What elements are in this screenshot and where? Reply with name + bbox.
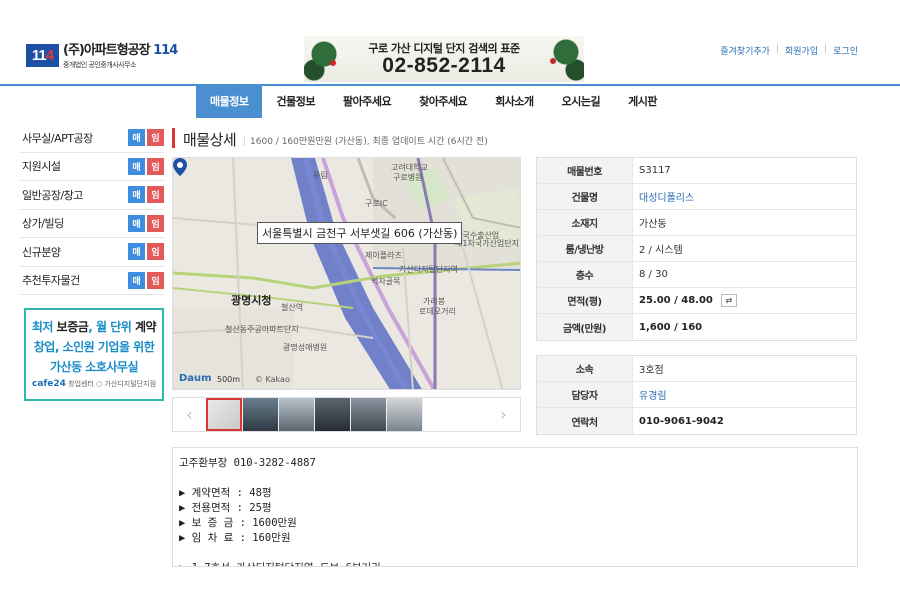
site-logo[interactable]: 11 4 (주)아파트형공장 114 중개법인 공인중개사사무소 bbox=[26, 43, 178, 70]
title-accent-bar bbox=[172, 128, 175, 148]
rent-tag[interactable]: 임 bbox=[147, 214, 164, 232]
buy-tag[interactable]: 매 bbox=[128, 271, 145, 289]
next-photo-button[interactable]: › bbox=[487, 398, 520, 431]
table-row: 건물명 대성디폴리스 bbox=[537, 184, 856, 210]
buy-tag[interactable]: 매 bbox=[128, 243, 145, 261]
buy-tag[interactable]: 매 bbox=[128, 186, 145, 204]
sidebar-item-label[interactable]: 상가/빌딩 bbox=[20, 215, 126, 231]
map-scale: 500m bbox=[217, 375, 241, 384]
nav-sell[interactable]: 팔아주세요 bbox=[329, 86, 405, 118]
table-row: 룸/냉난방 2 / 시스템 bbox=[537, 236, 856, 262]
kakao-copyright: © Kakao bbox=[255, 375, 290, 384]
sidebar-item-factory: 일반공장/창고 매 임 bbox=[20, 181, 164, 210]
nav-directions[interactable]: 오시는길 bbox=[548, 86, 614, 118]
photo-thumbnail[interactable] bbox=[350, 398, 386, 431]
sidebar-item-label[interactable]: 사무실/APT공장 bbox=[20, 130, 126, 146]
site-header: 11 4 (주)아파트형공장 114 중개법인 공인중개사사무소 구로 가산 디지… bbox=[0, 0, 900, 86]
rent-tag[interactable]: 임 bbox=[147, 157, 164, 175]
chevron-right-icon: › bbox=[500, 405, 507, 424]
nav-about[interactable]: 회사소개 bbox=[481, 86, 547, 118]
contact-phone: 010-9061-9042 bbox=[639, 415, 724, 427]
photo-thumbnail[interactable] bbox=[278, 398, 314, 431]
soho-promo-banner[interactable]: 최저 보증금, 월 단위 계약 창업, 소인원 기업을 위한 가산동 소호사무실… bbox=[24, 308, 164, 401]
photo-thumbnail[interactable] bbox=[206, 398, 242, 431]
address-popup: 서울특별시 금천구 서부샛길 606 (가산동) bbox=[257, 222, 463, 244]
sidebar-item-label[interactable]: 신규분양 bbox=[20, 244, 126, 260]
table-row: 면적(평) 25.00 / 48.00 ⇄ bbox=[537, 288, 856, 314]
sidebar-item-label[interactable]: 추천투자물건 bbox=[20, 272, 126, 288]
table-row: 담당자 유경림 bbox=[537, 382, 856, 408]
table-row: 매물번호 S3117 bbox=[537, 158, 856, 184]
sidebar-item-label[interactable]: 지원시설 bbox=[20, 158, 126, 174]
table-row: 소속 3호점 bbox=[537, 356, 856, 382]
logo-mark: 11 4 bbox=[26, 44, 59, 67]
nav-find[interactable]: 찾아주세요 bbox=[405, 86, 481, 118]
phone-banner[interactable]: 구로 가산 디지털 단지 검색의 표준 02-852-2114 bbox=[304, 36, 584, 82]
floor-value: 8 / 30 bbox=[639, 269, 668, 280]
buy-tag[interactable]: 매 bbox=[128, 129, 145, 147]
cafe24-logo: cafe24 bbox=[31, 379, 66, 389]
map-canvas bbox=[173, 158, 520, 389]
area-value: 25.00 / 48.00 ⇄ bbox=[633, 288, 856, 313]
sidebar-item-new: 신규분양 매 임 bbox=[20, 238, 164, 267]
photo-thumbnail[interactable] bbox=[242, 398, 278, 431]
sidebar-item-office: 사무실/APT공장 매 임 bbox=[20, 124, 164, 153]
sidebar-item-support: 지원시설 매 임 bbox=[20, 153, 164, 181]
unit-convert-button[interactable]: ⇄ bbox=[720, 294, 737, 307]
price-value: 1,600 / 160 bbox=[639, 321, 703, 333]
listing-info-table: 매물번호 S3117 건물명 대성디폴리스 소재지 가산동 룸/냉난방 2 / … bbox=[536, 157, 857, 341]
rooms-hvac-value: 2 / 시스템 bbox=[639, 245, 683, 256]
rent-tag[interactable]: 임 bbox=[147, 243, 164, 261]
photo-thumbnails: ‹ › bbox=[172, 397, 521, 432]
nav-listings[interactable]: 매물정보 bbox=[196, 86, 263, 118]
logo-title: (주)아파트형공장 114 bbox=[63, 43, 178, 58]
top-links: 즐겨찾기추가 | 회원가입 | 로그인 bbox=[720, 44, 858, 57]
location-map[interactable]: 유림 고려대학교 구로병원 구로IC 한국수출산업 제1차국가산업단지 제이플라… bbox=[172, 157, 521, 390]
agent-name-link[interactable]: 유경림 bbox=[633, 382, 856, 407]
category-sidebar: 사무실/APT공장 매 임 지원시설 매 임 일반공장/창고 매 임 상가/빌딩… bbox=[20, 124, 164, 295]
signup-link[interactable]: 회원가입 bbox=[785, 44, 818, 57]
location-pin-icon[interactable] bbox=[173, 158, 187, 176]
rent-tag[interactable]: 임 bbox=[147, 186, 164, 204]
photo-thumbnail[interactable] bbox=[314, 398, 350, 431]
main-nav: 매물정보 건물정보 팔아주세요 찾아주세요 회사소개 오시는길 게시판 bbox=[196, 86, 671, 118]
bookmark-link[interactable]: 즐겨찾기추가 bbox=[720, 44, 770, 57]
page-subtitle: | 1600 / 160만원만원 (가산동), 최종 업데이트 시간 (6시간 전… bbox=[243, 137, 488, 147]
rent-tag[interactable]: 임 bbox=[147, 129, 164, 147]
buy-tag[interactable]: 매 bbox=[128, 157, 145, 175]
building-name-link[interactable]: 대성디폴리스 bbox=[633, 184, 856, 209]
sidebar-item-invest: 추천투자물건 매 임 bbox=[20, 267, 164, 295]
location-value: 가산동 bbox=[639, 219, 667, 230]
chevron-left-icon: ‹ bbox=[186, 405, 193, 424]
page-title: 매물상세 bbox=[183, 131, 237, 149]
contact-info-table: 소속 3호점 담당자 유경림 연락처 010-9061-9042 bbox=[536, 355, 857, 435]
nav-board[interactable]: 게시판 bbox=[614, 86, 671, 118]
sidebar-item-label[interactable]: 일반공장/창고 bbox=[20, 187, 126, 203]
daum-logo: Daum bbox=[179, 373, 212, 384]
table-row: 소재지 가산동 bbox=[537, 210, 856, 236]
buy-tag[interactable]: 매 bbox=[128, 214, 145, 232]
nav-buildings[interactable]: 건물정보 bbox=[262, 86, 328, 118]
login-link[interactable]: 로그인 bbox=[833, 44, 858, 57]
logo-subtitle: 중개법인 공인중개사사무소 bbox=[63, 61, 137, 69]
listing-number: S3117 bbox=[639, 165, 671, 176]
listing-description: 고주환부장 010-3282-4887 ▶ 계약면적 : 48평 ▶ 전용면적 … bbox=[172, 447, 858, 567]
table-row: 연락처 010-9061-9042 bbox=[537, 408, 856, 434]
photo-thumbnail[interactable] bbox=[386, 398, 422, 431]
table-row: 층수 8 / 30 bbox=[537, 262, 856, 288]
swap-icon: ⇄ bbox=[725, 296, 733, 305]
banner-phone: 02-852-2114 bbox=[382, 54, 506, 77]
sidebar-item-retail: 상가/빌딩 매 임 bbox=[20, 210, 164, 238]
photo-thumbnail-empty bbox=[422, 398, 458, 431]
table-row: 금액(만원) 1,600 / 160 bbox=[537, 314, 856, 340]
branch-value: 3호점 bbox=[639, 365, 664, 376]
rent-tag[interactable]: 임 bbox=[147, 271, 164, 289]
prev-photo-button[interactable]: ‹ bbox=[173, 398, 206, 431]
